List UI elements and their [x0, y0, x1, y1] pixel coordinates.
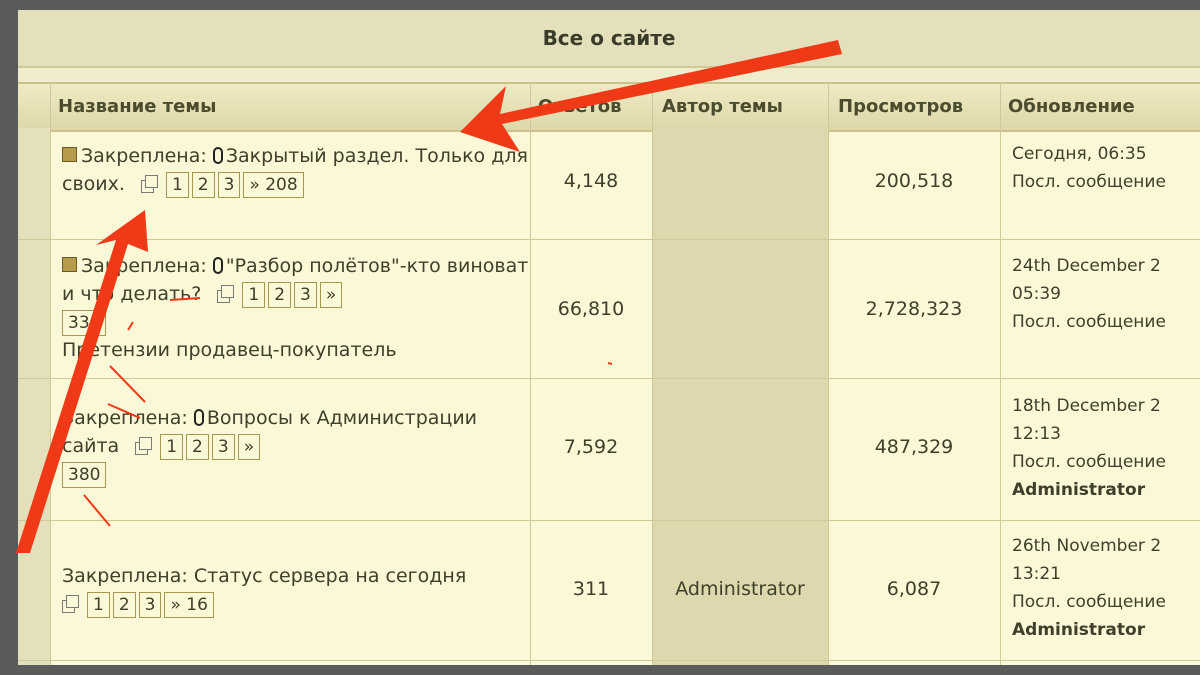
annotation-arrows — [16, 40, 842, 553]
small-strokes — [83, 297, 613, 527]
arrow-bottom-to-top — [16, 210, 148, 553]
arrow-right-to-left — [460, 40, 842, 152]
